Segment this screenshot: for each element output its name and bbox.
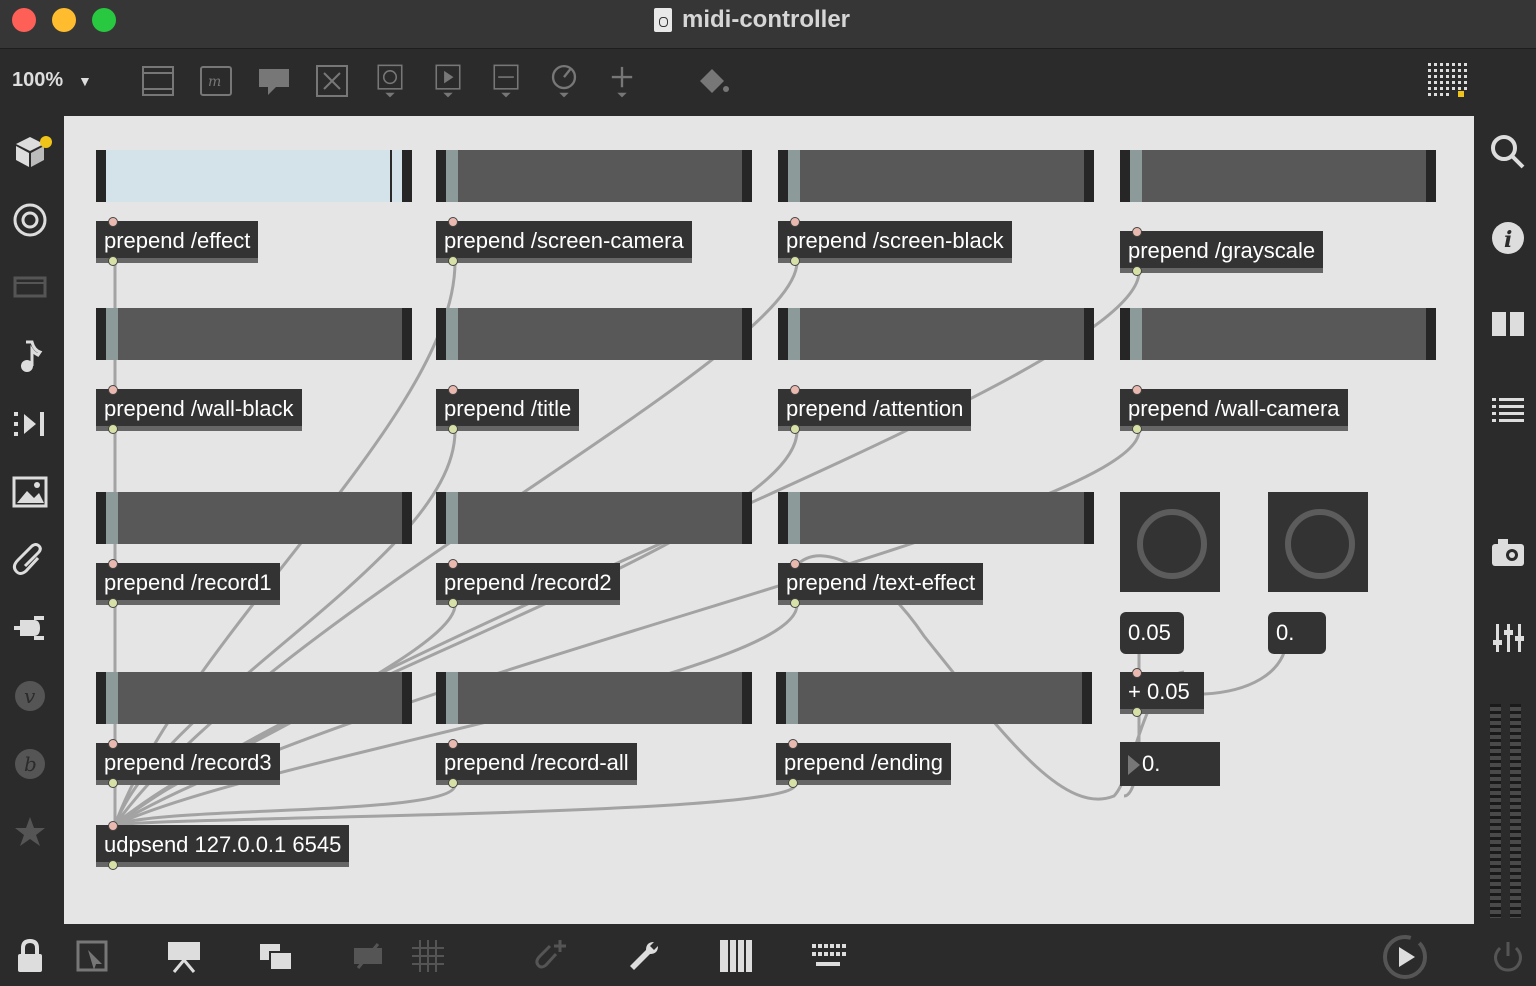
paint-bucket-icon[interactable] — [694, 63, 730, 99]
slider-record-all[interactable] — [436, 672, 752, 724]
button-icon[interactable] — [372, 63, 408, 99]
presentation-mode-icon[interactable] — [72, 936, 112, 976]
slider-grayscale[interactable] — [1120, 150, 1436, 202]
presentation-screen-icon[interactable] — [164, 936, 204, 976]
level-meter-left — [1490, 704, 1501, 918]
right-sidebar: i — [1474, 116, 1536, 924]
power-icon[interactable] — [1488, 936, 1528, 976]
zoom-dropdown-icon[interactable]: ▼ — [78, 73, 92, 89]
prepend-record1-object[interactable]: prepend /record1 — [96, 559, 280, 608]
media-clip-icon[interactable] — [10, 404, 50, 444]
patcher-canvas[interactable]: prepend /effect prepend /screen-camera p… — [64, 116, 1474, 924]
slider-record3[interactable] — [96, 672, 412, 724]
slider-screen-camera[interactable] — [436, 150, 752, 202]
number-box-left[interactable]: 0.05 — [1120, 612, 1184, 654]
vst-icon[interactable]: v — [10, 676, 50, 716]
grid-icon[interactable] — [408, 936, 448, 976]
slider-record1[interactable] — [96, 492, 412, 544]
number-box-right[interactable]: 0. — [1268, 612, 1326, 654]
prepend-effect-object[interactable]: prepend /effect — [96, 217, 259, 266]
wrench-icon[interactable] — [624, 936, 664, 976]
prepend-screen-black-object[interactable]: prepend /screen-black — [778, 217, 1012, 266]
dial-icon[interactable] — [546, 63, 582, 99]
close-window-button[interactable] — [12, 8, 36, 32]
window-title-group: midi-controller — [654, 6, 850, 34]
grid-toggle-icon[interactable] — [1428, 61, 1470, 103]
document-icon — [654, 8, 672, 32]
play-icon[interactable] — [430, 63, 466, 99]
paperclip-icon[interactable] — [10, 540, 50, 580]
add-icon[interactable] — [604, 63, 640, 99]
slider-screen-black[interactable] — [778, 150, 1094, 202]
prepend-record-all-object[interactable]: prepend /record-all — [436, 739, 637, 788]
zoom-level[interactable]: 100% — [12, 69, 63, 92]
debug-off-icon[interactable] — [348, 936, 388, 976]
slider-record2[interactable] — [436, 492, 752, 544]
packages-icon[interactable] — [12, 132, 52, 172]
prepend-grayscale-object[interactable]: prepend /grayscale — [1120, 227, 1324, 276]
lock-icon[interactable] — [10, 936, 50, 976]
mixer-icon[interactable] — [1488, 618, 1528, 658]
udpsend-object[interactable]: udpsend 127.0.0.1 6545 — [96, 821, 350, 870]
presentation-icon[interactable] — [10, 268, 50, 308]
minimize-window-button[interactable] — [52, 8, 76, 32]
slider-attention[interactable] — [778, 308, 1094, 360]
list-icon[interactable] — [1488, 390, 1528, 430]
plus-object[interactable]: + 0.05 — [1120, 668, 1204, 717]
toolbar: 100% ▼ m — [0, 49, 1536, 115]
slider-title[interactable] — [436, 308, 752, 360]
slider-text-effect[interactable] — [778, 492, 1094, 544]
svg-text:i: i — [1504, 227, 1512, 253]
number-icon[interactable] — [488, 63, 524, 99]
keyboard-icon[interactable] — [808, 936, 848, 976]
music-note-icon[interactable] — [10, 336, 50, 376]
star-icon[interactable] — [10, 812, 50, 852]
comment-icon[interactable] — [256, 63, 292, 99]
prepend-record3-object[interactable]: prepend /record3 — [96, 739, 280, 788]
toggle-icon[interactable] — [314, 63, 350, 99]
prepend-title-object[interactable]: prepend /title — [436, 385, 580, 434]
prepend-wall-black-object[interactable]: prepend /wall-black — [96, 385, 302, 434]
search-icon[interactable] — [1488, 132, 1528, 172]
slider-wall-black[interactable] — [96, 308, 412, 360]
info-icon[interactable]: i — [1488, 218, 1528, 258]
prepend-ending-object[interactable]: prepend /ending — [776, 739, 952, 788]
prepend-text-effect-object[interactable]: prepend /text-effect — [778, 559, 984, 608]
prepend-record2-object[interactable]: prepend /record2 — [436, 559, 620, 608]
level-meter-right — [1510, 704, 1521, 918]
window-title: midi-controller — [682, 6, 851, 33]
prepend-wall-camera-object[interactable]: prepend /wall-camera — [1120, 385, 1348, 434]
bpatcher-icon[interactable]: b — [10, 744, 50, 784]
piano-keys-icon[interactable] — [716, 936, 756, 976]
zoom-window-button[interactable] — [92, 8, 116, 32]
plug-icon[interactable] — [10, 608, 50, 648]
audio-play-icon[interactable] — [1380, 932, 1430, 982]
slider-wall-camera[interactable] — [1120, 308, 1436, 360]
float-number-box[interactable]: 0. — [1120, 742, 1220, 786]
dial-right[interactable] — [1268, 492, 1368, 592]
svg-text:v: v — [24, 684, 36, 708]
add-paperclip-icon[interactable] — [532, 936, 572, 976]
windows-icon[interactable] — [256, 936, 296, 976]
image-icon[interactable] — [10, 472, 50, 512]
float-number-value: 0. — [1142, 751, 1161, 776]
slider-effect[interactable] — [96, 150, 412, 202]
dial-left[interactable] — [1120, 492, 1220, 592]
book-icon[interactable] — [1488, 304, 1528, 344]
prepend-screen-camera-object[interactable]: prepend /screen-camera — [436, 217, 692, 266]
left-sidebar: v b — [0, 116, 64, 924]
message-object-icon[interactable]: m — [198, 63, 234, 99]
target-icon[interactable] — [10, 200, 50, 240]
play-triangle-icon — [1128, 755, 1140, 776]
title-bar: midi-controller — [0, 0, 1536, 49]
svg-text:b: b — [24, 752, 37, 776]
slider-ending[interactable] — [776, 672, 1092, 724]
bottom-toolbar — [0, 924, 1536, 986]
slider-object-icon[interactable] — [140, 63, 176, 99]
camera-icon[interactable] — [1488, 532, 1528, 572]
prepend-attention-object[interactable]: prepend /attention — [778, 385, 972, 434]
svg-text:m: m — [208, 74, 221, 90]
